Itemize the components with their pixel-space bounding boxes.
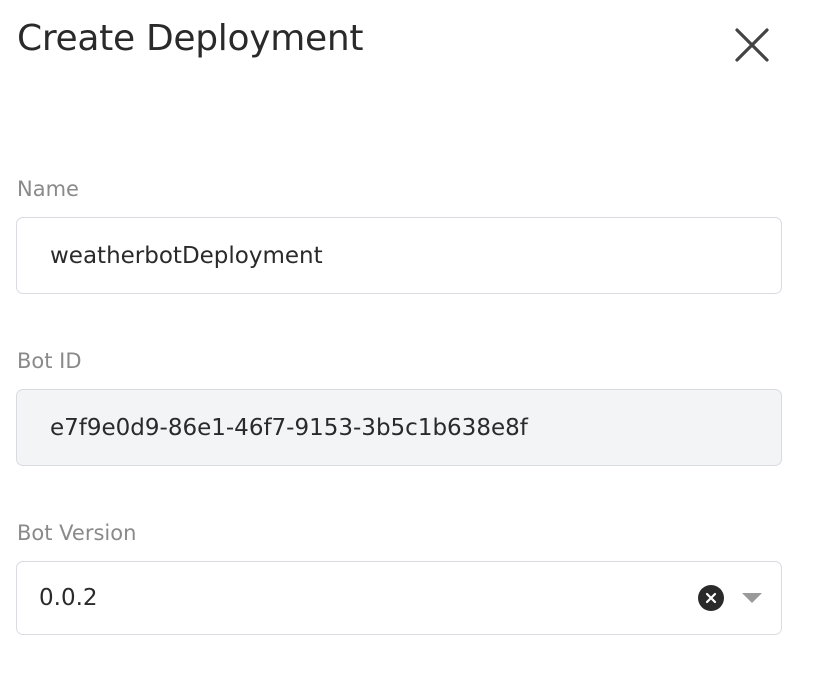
bot-version-select[interactable]: 0.0.2 [16, 561, 782, 635]
close-button[interactable] [729, 22, 775, 68]
clear-icon [705, 592, 717, 604]
name-input[interactable] [50, 242, 781, 269]
name-label: Name [17, 177, 79, 201]
bot-id-input[interactable] [50, 414, 781, 441]
create-deployment-dialog: Create Deployment Name Bot ID Bot Versio… [0, 0, 822, 678]
bot-version-selected-value: 0.0.2 [39, 585, 98, 611]
bot-id-field-container [16, 389, 782, 466]
bot-id-label: Bot ID [17, 349, 82, 373]
bot-version-label: Bot Version [17, 521, 137, 545]
clear-selection-button[interactable] [698, 585, 724, 611]
name-field-container [16, 217, 782, 294]
close-icon [735, 28, 769, 62]
dialog-title: Create Deployment [17, 18, 364, 59]
chevron-down-icon[interactable] [742, 593, 762, 603]
